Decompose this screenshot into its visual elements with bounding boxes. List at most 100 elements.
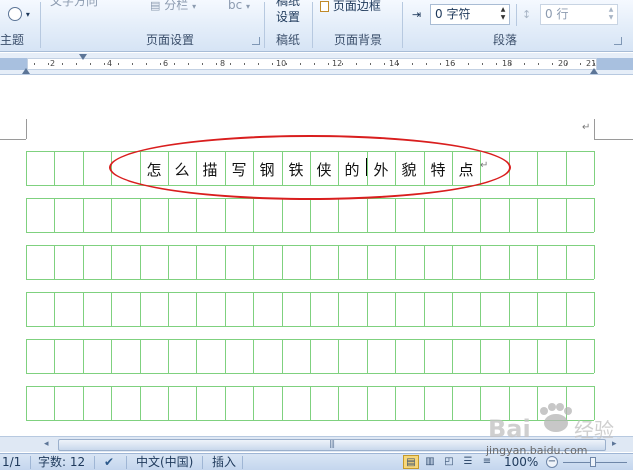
full-screen-reading-view-icon[interactable]: ▥ xyxy=(422,455,438,469)
ruler-tick xyxy=(552,63,553,65)
outline-view-icon[interactable]: ☰ xyxy=(460,455,476,469)
insert-mode-indicator[interactable]: 插入 xyxy=(212,456,236,469)
page-setup-launcher-icon[interactable] xyxy=(252,37,260,45)
web-layout-view-icon[interactable]: ◰ xyxy=(441,455,457,469)
draft-paper-settings-button[interactable]: 稿纸 设置 xyxy=(274,0,302,24)
ruler-label: 6 xyxy=(163,59,169,68)
status-separator xyxy=(30,456,31,469)
theme-group-label: 主题 xyxy=(0,33,24,47)
svg-text:Bai: Bai xyxy=(488,415,531,443)
ruler-tick xyxy=(538,63,539,65)
grid-line xyxy=(282,339,283,373)
grid-line xyxy=(509,198,510,232)
ruler-label: 12 xyxy=(332,59,343,68)
grid-line xyxy=(537,151,538,185)
grid-line xyxy=(310,339,311,373)
ruler-tick xyxy=(594,63,595,65)
word-count[interactable]: 字数: 12 xyxy=(38,456,85,469)
grid-line xyxy=(452,245,453,279)
grid-line xyxy=(424,198,425,232)
columns-button[interactable]: ▤ 分栏 ▾ xyxy=(150,0,196,14)
text-direction-label: 文字方向 xyxy=(50,0,99,8)
grid-line xyxy=(395,245,396,279)
grid-line xyxy=(452,386,453,420)
grid-line xyxy=(196,198,197,232)
grid-line xyxy=(83,151,84,185)
grid-line xyxy=(168,245,169,279)
grid-line xyxy=(26,326,594,327)
zoom-slider-thumb[interactable] xyxy=(590,457,596,467)
first-line-indent-marker[interactable] xyxy=(79,54,87,60)
grid-line xyxy=(424,245,425,279)
draft-view-icon[interactable]: ≡ xyxy=(479,455,495,469)
grid-line xyxy=(338,198,339,232)
paragraph-launcher-icon[interactable] xyxy=(614,37,622,45)
crop-mark xyxy=(0,139,26,140)
ruler-tick xyxy=(160,63,161,65)
grid-line xyxy=(26,279,594,280)
grid-line xyxy=(310,386,311,420)
grid-line xyxy=(424,339,425,373)
grid-line xyxy=(480,339,481,373)
status-separator xyxy=(94,456,95,469)
spin-arrows-icon[interactable]: ▲ ▼ xyxy=(498,6,508,23)
grid-line xyxy=(26,245,27,279)
grid-line xyxy=(424,292,425,326)
scroll-left-icon[interactable]: ◂ xyxy=(44,439,49,449)
draft-paper-label-top: 稿纸 xyxy=(275,0,300,8)
grid-line xyxy=(111,245,112,279)
grid-line xyxy=(83,386,84,420)
grid-line xyxy=(54,198,55,232)
grid-line xyxy=(310,292,311,326)
grid-line xyxy=(594,198,595,232)
ruler-tick xyxy=(90,63,91,65)
right-indent-marker[interactable] xyxy=(590,68,598,74)
ruler-tick xyxy=(230,63,231,65)
grid-line xyxy=(225,245,226,279)
grid-line xyxy=(282,386,283,420)
dropdown-arrow-icon: ▾ xyxy=(192,2,197,11)
page-background-group-label: 页面背景 xyxy=(333,33,382,47)
watermark-url: jingyan.baidu.com xyxy=(486,444,588,457)
status-separator xyxy=(202,456,203,469)
grid-line xyxy=(338,245,339,279)
status-separator xyxy=(126,456,127,469)
group-separator xyxy=(402,2,403,48)
ruler-tick xyxy=(62,63,63,65)
grid-line xyxy=(452,292,453,326)
zoom-out-button[interactable]: − xyxy=(546,456,558,468)
page-indicator[interactable]: 1/1 xyxy=(2,456,21,469)
language-indicator[interactable]: 中文(中国) xyxy=(136,456,193,469)
grid-line xyxy=(282,198,283,232)
grid-line xyxy=(338,339,339,373)
page-border-icon xyxy=(320,1,329,12)
page-border-button[interactable]: 页面边框 xyxy=(320,0,381,13)
hyphenation-button[interactable]: bc ▾ xyxy=(228,0,250,14)
text-direction-button[interactable]: 文字方向 xyxy=(50,0,98,8)
grid-line xyxy=(537,198,538,232)
spin-arrows-icon[interactable]: ▲ ▼ xyxy=(606,6,616,23)
proofing-icon[interactable]: ✔ xyxy=(104,456,114,469)
ruler-label: 10 xyxy=(276,59,287,68)
ruler-tick xyxy=(104,63,105,65)
ruler-tick xyxy=(580,63,581,65)
grid-line xyxy=(83,292,84,326)
grid-line xyxy=(395,339,396,373)
indent-spinner[interactable]: 0 字符 ▲ ▼ xyxy=(430,4,510,25)
spacing-spinner[interactable]: 0 行 ▲ ▼ xyxy=(540,4,618,25)
left-indent-marker[interactable] xyxy=(22,68,30,74)
print-layout-view-icon[interactable]: ▤ xyxy=(403,455,419,469)
grid-line xyxy=(253,386,254,420)
zoom-level[interactable]: 100% xyxy=(504,456,538,469)
document-area[interactable]: ↵ 怎么描写钢铁侠的外貌特点 ↵ xyxy=(0,76,633,436)
grid-line xyxy=(140,386,141,420)
ruler-tick xyxy=(328,63,329,65)
ruler-tick xyxy=(48,63,49,65)
grid-line xyxy=(537,245,538,279)
crop-mark xyxy=(26,119,27,139)
svg-text:经验: 经验 xyxy=(574,418,614,442)
grid-line xyxy=(140,292,141,326)
dropdown-arrow-icon: ▾ xyxy=(246,2,251,11)
theme-button[interactable]: ▾ xyxy=(8,6,30,22)
horizontal-ruler[interactable]: 2 4 6 8 10 12 14 16 18 20 21 xyxy=(0,53,633,75)
